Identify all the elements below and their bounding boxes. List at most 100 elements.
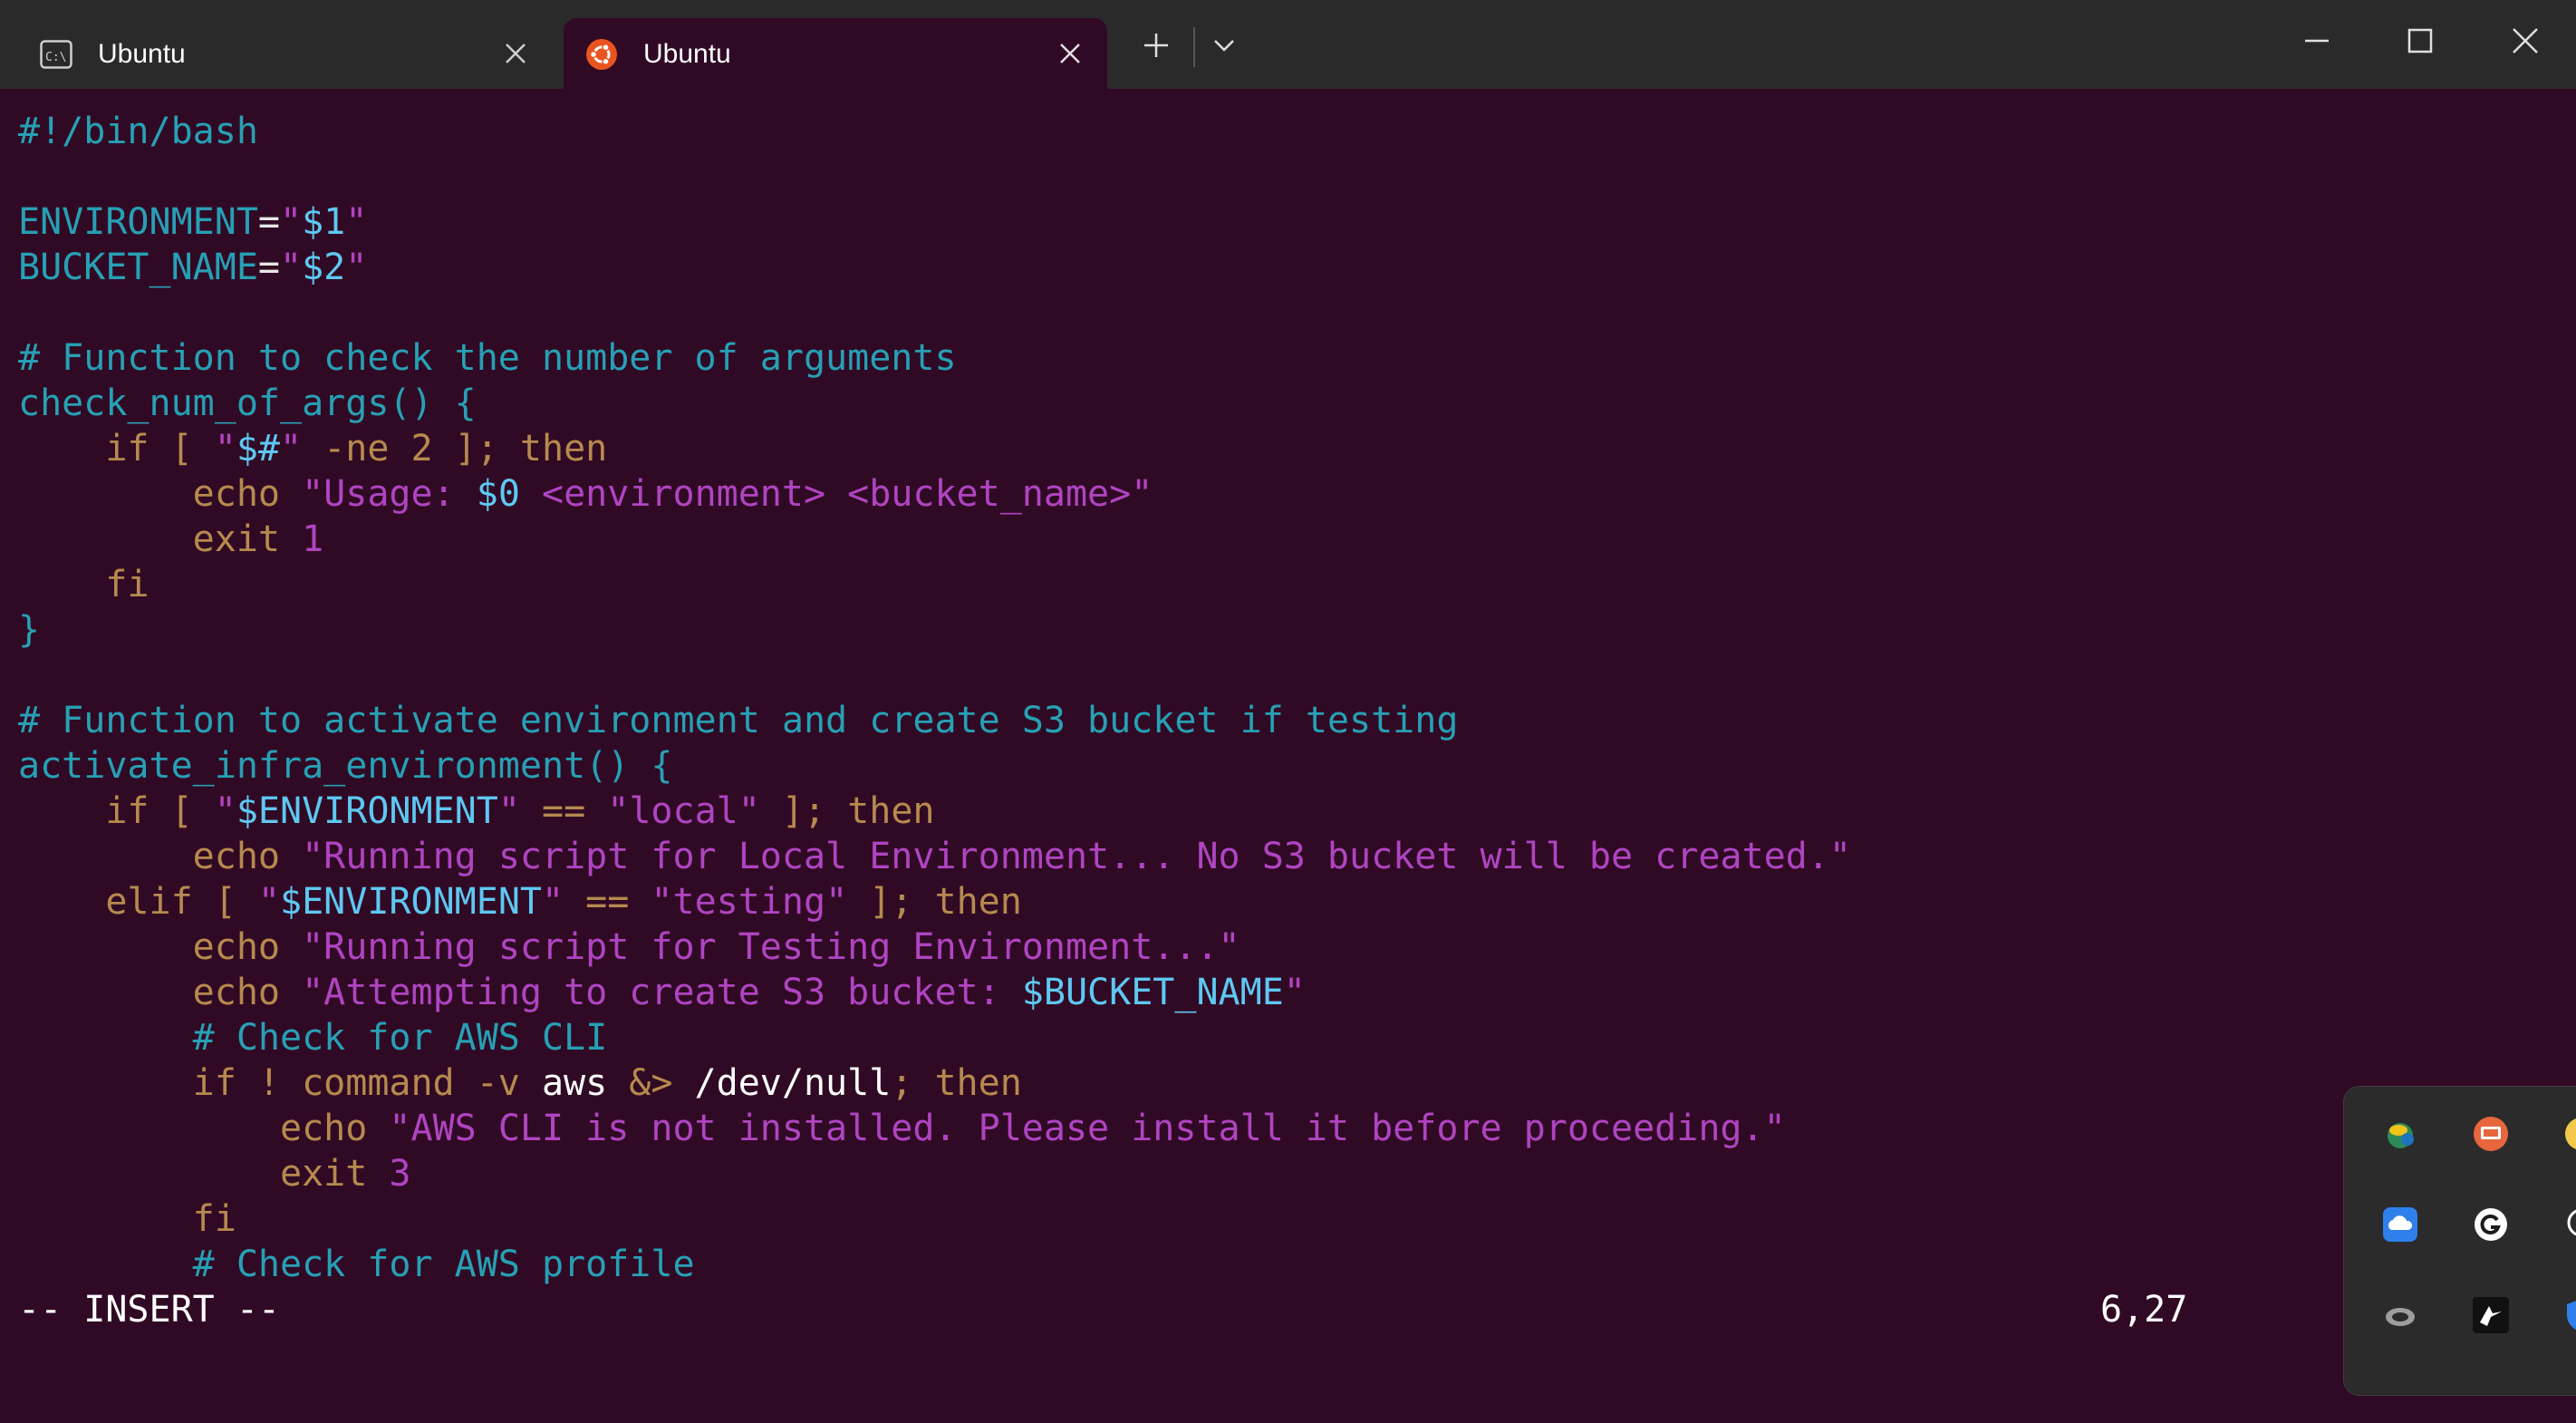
terminal-editor[interactable]: #!/bin/bash ENVIRONMENT="$1" BUCKET_NAME="… — [18, 109, 2338, 1285]
code-token: 1 — [302, 518, 324, 560]
code-token: "Running script for Testing Environment.… — [302, 926, 1240, 968]
code-token: == — [519, 790, 608, 832]
code-token: if [ — [18, 428, 215, 469]
code-line: exit 3 — [18, 1151, 2338, 1196]
close-tab-icon[interactable] — [504, 42, 527, 65]
code-token: fi — [18, 564, 150, 605]
svg-text:C:\: C:\ — [45, 51, 66, 64]
cmd-icon: C:\ — [40, 40, 72, 69]
code-token: = — [257, 247, 280, 288]
code-line: echo "Usage: $0 <environment> <bucket_na… — [18, 471, 2338, 517]
code-line: BUCKET_NAME="$2" — [18, 245, 2338, 290]
code-token: " — [214, 428, 236, 469]
code-token: <environment> <bucket_name>" — [519, 473, 1153, 515]
close-icon[interactable] — [2510, 25, 2541, 56]
code-token: echo — [18, 972, 303, 1013]
code-token: " — [345, 247, 368, 288]
network-globe-icon[interactable] — [2380, 1114, 2420, 1154]
code-token: #!/bin/bash — [18, 111, 258, 152]
chevron-down-icon[interactable] — [1210, 31, 1239, 60]
code-line: fi — [18, 1196, 2338, 1242]
chat-icon[interactable] — [2562, 1205, 2576, 1244]
code-token: -ne 2 ]; then — [302, 428, 608, 469]
emoji-app-icon[interactable] — [2562, 1114, 2576, 1154]
code-token: $ENVIRONMENT — [236, 790, 498, 832]
code-token: "AWS CLI is not installed. Please instal… — [389, 1108, 1786, 1149]
code-token: $1 — [302, 201, 346, 243]
code-token: ; then — [891, 1062, 1022, 1104]
ubuntu-icon — [586, 39, 617, 70]
code-line: activate_infra_environment() { — [18, 743, 2338, 789]
code-line: # Check for AWS profile — [18, 1242, 2338, 1287]
tab-ubuntu-2[interactable]: Ubuntu — [564, 18, 1107, 89]
cloud-sync-icon[interactable] — [2380, 1205, 2420, 1244]
code-token: } — [18, 609, 41, 651]
code-line: echo "Running script for Testing Environ… — [18, 924, 2338, 970]
shield-icon[interactable] — [2562, 1295, 2576, 1335]
plus-icon[interactable] — [1142, 31, 1171, 60]
cursor-app-icon[interactable] — [2471, 1295, 2511, 1335]
code-token: # Check for AWS CLI — [18, 1017, 608, 1059]
code-token: " — [280, 201, 303, 243]
code-line: if ! command -v aws &> /dev/null; then — [18, 1060, 2338, 1106]
code-token: if [ — [18, 790, 215, 832]
code-token: exit — [18, 1153, 390, 1195]
code-line: exit 1 — [18, 517, 2338, 562]
code-token: $# — [236, 428, 281, 469]
toolbar-divider — [1193, 27, 1195, 67]
code-line: echo "AWS CLI is not installed. Please i… — [18, 1106, 2338, 1151]
code-line: # Function to activate environment and c… — [18, 698, 2338, 743]
code-line: elif [ "$ENVIRONMENT" == "testing" ]; th… — [18, 879, 2338, 924]
creative-cloud-icon[interactable] — [2380, 1295, 2420, 1335]
grammarly-icon[interactable] — [2471, 1205, 2511, 1244]
code-token: echo — [18, 473, 303, 515]
close-tab-icon[interactable] — [1058, 42, 1082, 65]
code-token: ]; then — [847, 881, 1022, 923]
code-token: echo — [18, 836, 303, 877]
tab-ubuntu-1[interactable]: C:\ Ubuntu — [18, 18, 553, 89]
code-token: exit — [18, 518, 303, 560]
code-line: check_num_of_args() { — [18, 381, 2338, 426]
code-token: " — [257, 881, 280, 923]
code-line: fi — [18, 562, 2338, 607]
code-line: echo "Attempting to create S3 bucket: $B… — [18, 970, 2338, 1015]
code-line: if [ "$#" -ne 2 ]; then — [18, 426, 2338, 471]
minimize-icon[interactable] — [2301, 25, 2332, 56]
code-token: == — [564, 881, 651, 923]
code-token: echo — [18, 1108, 390, 1149]
code-token: activate_infra_environment() { — [18, 745, 673, 787]
code-token: ]; then — [759, 790, 935, 832]
code-token: " — [280, 428, 303, 469]
code-token: elif [ — [18, 881, 258, 923]
code-token: " — [345, 201, 368, 243]
code-token: # Function to check the number of argume… — [18, 337, 957, 379]
title-bar: C:\ Ubuntu Ubuntu — [0, 0, 2576, 89]
code-token: # Check for AWS profile — [18, 1244, 695, 1285]
monitor-app-icon[interactable] — [2471, 1114, 2511, 1154]
code-token: " — [497, 790, 520, 832]
code-token: $BUCKET_NAME — [1021, 972, 1284, 1013]
code-token: ENVIRONMENT — [18, 201, 258, 243]
code-token: fi — [18, 1198, 236, 1240]
code-token: if ! command -v — [18, 1062, 542, 1104]
code-token: " — [214, 790, 236, 832]
code-line: } — [18, 607, 2338, 653]
code-token: &> — [607, 1062, 695, 1104]
code-line: # Function to check the number of argume… — [18, 335, 2338, 381]
code-token: " — [541, 881, 564, 923]
vim-status-line: -- INSERT -- 6,27 — [18, 1287, 2193, 1332]
code-token: " — [1283, 972, 1306, 1013]
tray-overflow-flyout — [2343, 1086, 2576, 1396]
code-token: " — [280, 247, 303, 288]
code-line: #!/bin/bash — [18, 109, 2338, 154]
code-token: "testing" — [651, 881, 848, 923]
code-token: $0 — [476, 473, 520, 515]
code-token: echo — [18, 926, 303, 968]
maximize-icon[interactable] — [2405, 25, 2436, 56]
code-token: "local" — [607, 790, 760, 832]
insert-mode-indicator: -- INSERT -- — [18, 1289, 280, 1331]
code-token: "Running script for Local Environment...… — [302, 836, 1851, 877]
